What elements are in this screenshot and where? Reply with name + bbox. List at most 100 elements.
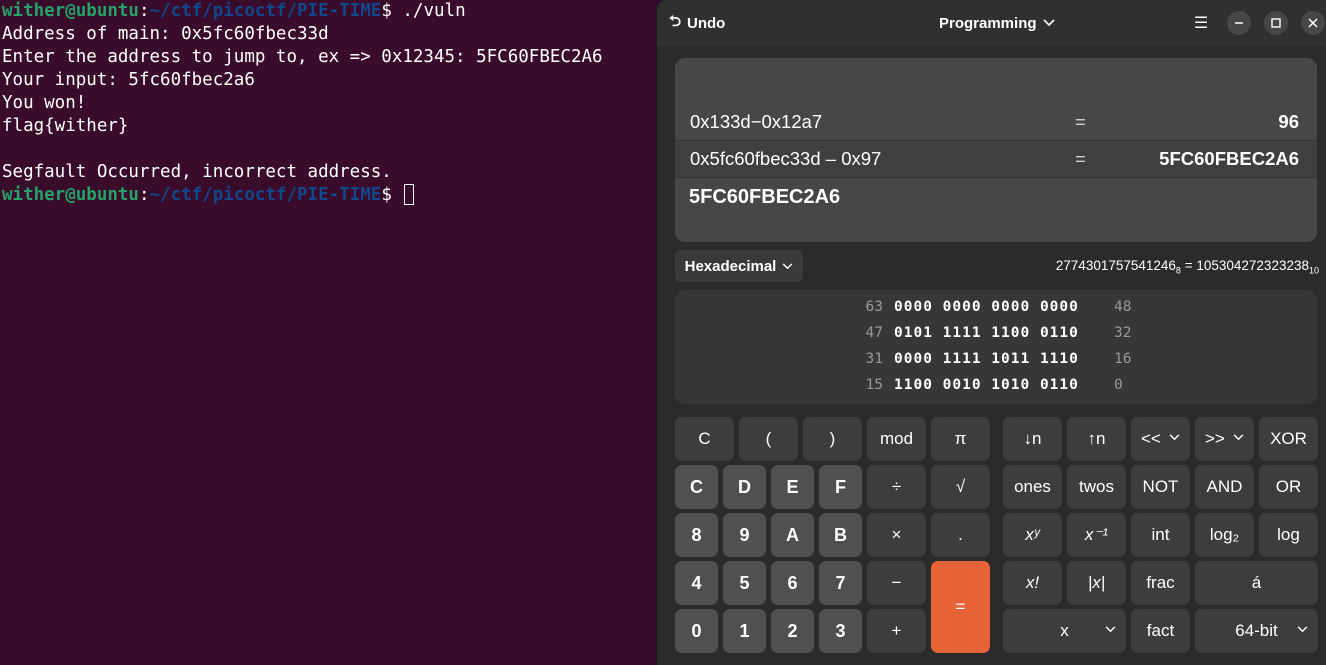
hex-b-button[interactable]: B — [819, 513, 862, 557]
hex-d-button[interactable]: D — [723, 465, 766, 509]
bit-values[interactable]: 0000 1111 1011 1110 — [894, 351, 1079, 367]
minimize-icon[interactable] — [1227, 11, 1251, 35]
variable-label: x — [1060, 621, 1069, 640]
open-paren-button[interactable]: ( — [739, 417, 798, 461]
hex-a-button[interactable]: A — [771, 513, 814, 557]
hex-e-button[interactable]: E — [771, 465, 814, 509]
minus-button[interactable]: − — [867, 561, 926, 605]
shift-right-button[interactable]: >> — [1195, 417, 1254, 461]
bit-row: 63 0000 0000 0000 0000 48 — [675, 295, 1317, 321]
octal-value: 2774301757541246 — [1055, 258, 1176, 273]
int-button[interactable]: int — [1131, 513, 1190, 557]
terminal-output-line: Your input: 5fc60fbec2a6 — [2, 70, 255, 90]
clear-button[interactable]: C — [675, 417, 734, 461]
hex-f-button[interactable]: F — [819, 465, 862, 509]
terminal-output-line: You won! — [2, 93, 87, 113]
digit-5-button[interactable]: 5 — [723, 561, 766, 605]
terminal-prompt-line[interactable]: wither@ubuntu:~/ctf/picoctf/PIE-TIME$ — [0, 184, 656, 207]
xor-button[interactable]: XOR — [1259, 417, 1318, 461]
digit-2-button[interactable]: 2 — [771, 609, 814, 653]
equals-button[interactable]: = — [931, 561, 990, 653]
not-button[interactable]: NOT — [1131, 465, 1190, 509]
close-icon[interactable] — [1301, 11, 1325, 35]
bit-values[interactable]: 1100 0010 1010 0110 — [894, 377, 1079, 393]
and-button[interactable]: AND — [1195, 465, 1254, 509]
chevron-down-icon — [1233, 430, 1244, 444]
factorial-symbol-button[interactable]: x! — [1003, 561, 1062, 605]
shift-right-label: >> — [1205, 429, 1225, 448]
bit-index-left: 63 — [865, 299, 883, 315]
undo-button[interactable]: ⮌ Undo — [669, 10, 725, 36]
prompt-path: ~/ctf/picoctf/PIE-TIME — [149, 1, 382, 21]
digit-4-button[interactable]: 4 — [675, 561, 718, 605]
bit-index-right: 16 — [1114, 351, 1132, 367]
history-entry[interactable]: 0x5fc60fbec33d – 0x97 = 5FC60FBEC2A6 — [675, 140, 1317, 178]
variable-selector[interactable]: x — [1003, 609, 1126, 653]
maximize-icon[interactable] — [1264, 11, 1288, 35]
history-entry[interactable]: 0x133d−0x12a7 = 96 — [675, 104, 1317, 140]
fact-button[interactable]: fact — [1131, 609, 1190, 653]
prompt-dollar: $ — [381, 185, 403, 205]
bit-values[interactable]: 0000 0000 0000 0000 — [894, 299, 1079, 315]
word-size-selector[interactable]: 64-bit — [1195, 609, 1318, 653]
shift-left-label: << — [1141, 429, 1161, 448]
hamburger-menu-icon[interactable]: ☰ — [1189, 11, 1213, 35]
digit-9-button[interactable]: 9 — [723, 513, 766, 557]
digit-3-button[interactable]: 3 — [819, 609, 862, 653]
frac-button[interactable]: frac — [1131, 561, 1190, 605]
power-button[interactable]: xʸ — [1003, 513, 1062, 557]
shift-up-button[interactable]: ↑n — [1067, 417, 1126, 461]
calculator-header: ⮌ Undo Programming ☰ — [657, 0, 1326, 46]
digit-0-button[interactable]: 0 — [675, 609, 718, 653]
digit-8-button[interactable]: 8 — [675, 513, 718, 557]
chevron-down-icon — [782, 262, 793, 269]
shift-down-button[interactable]: ↓n — [1003, 417, 1062, 461]
log-button[interactable]: log — [1259, 513, 1318, 557]
twos-complement-button[interactable]: twos — [1067, 465, 1126, 509]
mod-button[interactable]: mod — [867, 417, 926, 461]
digit-1-button[interactable]: 1 — [723, 609, 766, 653]
terminal-output-line: Segfault Occurred, incorrect address. — [2, 162, 392, 182]
bit-values[interactable]: 0101 1111 1100 0110 — [894, 325, 1079, 341]
sqrt-button[interactable]: √ — [931, 465, 990, 509]
decimal-point-button[interactable]: . — [931, 513, 990, 557]
bit-panel: 63 0000 0000 0000 0000 48 47 0101 1111 1… — [675, 290, 1317, 404]
bit-index-right: 48 — [1114, 299, 1132, 315]
terminal-output-line: Enter the address to jump to, ex => 0x12… — [2, 47, 603, 67]
conversion-equals: = — [1184, 258, 1193, 273]
history-result: 5FC60FBEC2A6 — [1159, 148, 1299, 169]
octal-base: 8 — [1175, 265, 1181, 276]
digit-6-button[interactable]: 6 — [771, 561, 814, 605]
chevron-down-icon — [1042, 19, 1055, 27]
absolute-value-button[interactable]: |x| — [1067, 561, 1126, 605]
word-size-label: 64-bit — [1235, 621, 1278, 640]
divide-button[interactable]: ÷ — [867, 465, 926, 509]
shift-left-button[interactable]: << — [1131, 417, 1190, 461]
calculator-window: ⮌ Undo Programming ☰ 0x133d−0x12a7 = 96 … — [656, 0, 1326, 665]
mode-selector[interactable]: Programming — [939, 10, 1055, 36]
reciprocal-button[interactable]: x⁻¹ — [1067, 513, 1126, 557]
log2-button[interactable]: log₂ — [1195, 513, 1254, 557]
prompt-separator: : — [138, 1, 150, 21]
base-conversion: 27743017575412468 = 10530427232323810 — [1056, 258, 1319, 276]
terminal-cursor — [404, 184, 415, 205]
hex-c-button[interactable]: C — [675, 465, 718, 509]
ones-complement-button[interactable]: ones — [1003, 465, 1062, 509]
history-equals: = — [1075, 111, 1086, 132]
prompt-user: wither@ubuntu — [2, 1, 139, 21]
multiply-button[interactable]: × — [867, 513, 926, 557]
pi-button[interactable]: π — [931, 417, 990, 461]
chevron-down-icon — [1105, 622, 1116, 636]
character-input-button[interactable]: á — [1195, 561, 1318, 605]
or-button[interactable]: OR — [1259, 465, 1318, 509]
history-expression: 0x133d−0x12a7 — [690, 111, 823, 132]
base-selector[interactable]: Hexadecimal — [675, 250, 803, 282]
chevron-down-icon — [1297, 622, 1308, 636]
digit-7-button[interactable]: 7 — [819, 561, 862, 605]
plus-button[interactable]: + — [867, 609, 926, 653]
close-paren-button[interactable]: ) — [803, 417, 862, 461]
terminal-window[interactable]: wither@ubuntu:~/ctf/picoctf/PIE-TIME$ ./… — [0, 0, 656, 665]
chevron-down-icon — [1169, 430, 1180, 444]
current-value[interactable]: 5FC60FBEC2A6 — [689, 186, 840, 209]
